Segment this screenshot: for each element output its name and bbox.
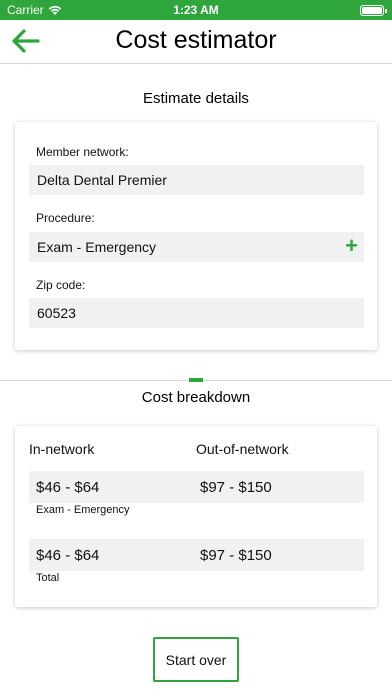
row-label: Exam - Emergency <box>36 504 130 516</box>
member-network-value: Delta Dental Premier <box>37 172 167 188</box>
member-network-field[interactable]: Delta Dental Premier <box>29 165 364 195</box>
zip-code-label: Zip code: <box>36 278 86 292</box>
drag-handle[interactable] <box>189 378 203 382</box>
row-label: Total <box>36 572 60 584</box>
cost-breakdown-card: In-network Out-of-network $46 - $64 $97 … <box>15 426 377 607</box>
zip-code-value: 60523 <box>37 305 76 321</box>
member-network-label: Member network: <box>36 145 129 159</box>
procedure-field[interactable]: Exam - Emergency + <box>29 232 364 262</box>
in-network-total: $46 - $64 <box>36 547 100 564</box>
out-of-network-header: Out-of-network <box>196 441 289 457</box>
cost-breakdown-heading: Cost breakdown <box>141 389 251 406</box>
battery-icon <box>360 5 387 16</box>
plus-icon[interactable]: + <box>345 234 358 258</box>
out-of-network-price: $97 - $150 <box>200 479 272 496</box>
table-row: $46 - $64 $97 - $150 <box>29 539 364 571</box>
page-title: Cost estimator <box>115 26 277 54</box>
start-over-button[interactable]: Start over <box>153 637 239 682</box>
table-row: $46 - $64 $97 - $150 <box>29 471 364 503</box>
in-network-price: $46 - $64 <box>36 479 100 496</box>
navigation-bar: Cost estimator <box>0 20 392 64</box>
procedure-value: Exam - Emergency <box>37 239 157 255</box>
estimate-details-card: Member network: Delta Dental Premier Pro… <box>15 122 377 350</box>
out-of-network-total: $97 - $150 <box>200 547 272 564</box>
status-bar: Carrier 1:23 AM <box>0 0 392 20</box>
procedure-label: Procedure: <box>36 211 95 225</box>
estimate-details-heading: Estimate details <box>143 90 249 107</box>
status-time: 1:23 AM <box>173 3 219 17</box>
in-network-header: In-network <box>29 441 95 457</box>
zip-code-field[interactable]: 60523 <box>29 298 364 328</box>
